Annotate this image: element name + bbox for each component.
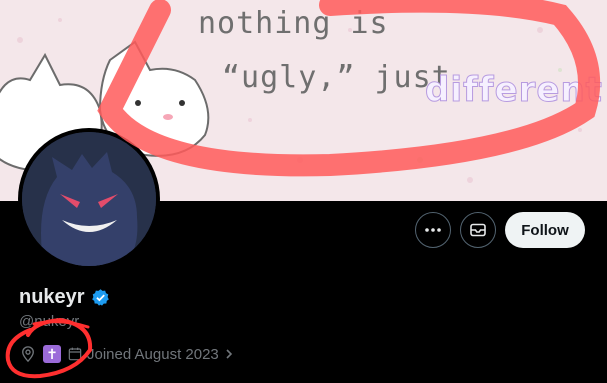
profile-meta-row: ✝ Joined August 2023	[19, 343, 235, 365]
location-emoji: ✝	[43, 345, 61, 363]
chevron-right-icon	[226, 349, 232, 359]
follow-button[interactable]: Follow	[505, 212, 585, 248]
message-button[interactable]	[460, 212, 496, 248]
location-pin-icon	[22, 346, 34, 363]
display-name: nukeyr	[19, 286, 85, 308]
avatar-image	[22, 132, 156, 266]
verified-badge-icon[interactable]	[91, 288, 110, 307]
avatar[interactable]	[18, 128, 160, 270]
banner-text-line2: “ugly,” just	[222, 60, 451, 95]
more-button[interactable]	[415, 212, 451, 248]
calendar-icon	[68, 347, 82, 361]
banner-text-line1: nothing is	[198, 6, 389, 41]
more-dots-icon	[425, 228, 441, 232]
banner-text-line3: different	[425, 70, 603, 111]
mail-icon	[470, 223, 486, 237]
user-handle: @nukeyr	[19, 313, 80, 330]
joined-date-label: Joined August 2023	[87, 345, 219, 363]
joined-date[interactable]: Joined August 2023	[67, 346, 235, 363]
